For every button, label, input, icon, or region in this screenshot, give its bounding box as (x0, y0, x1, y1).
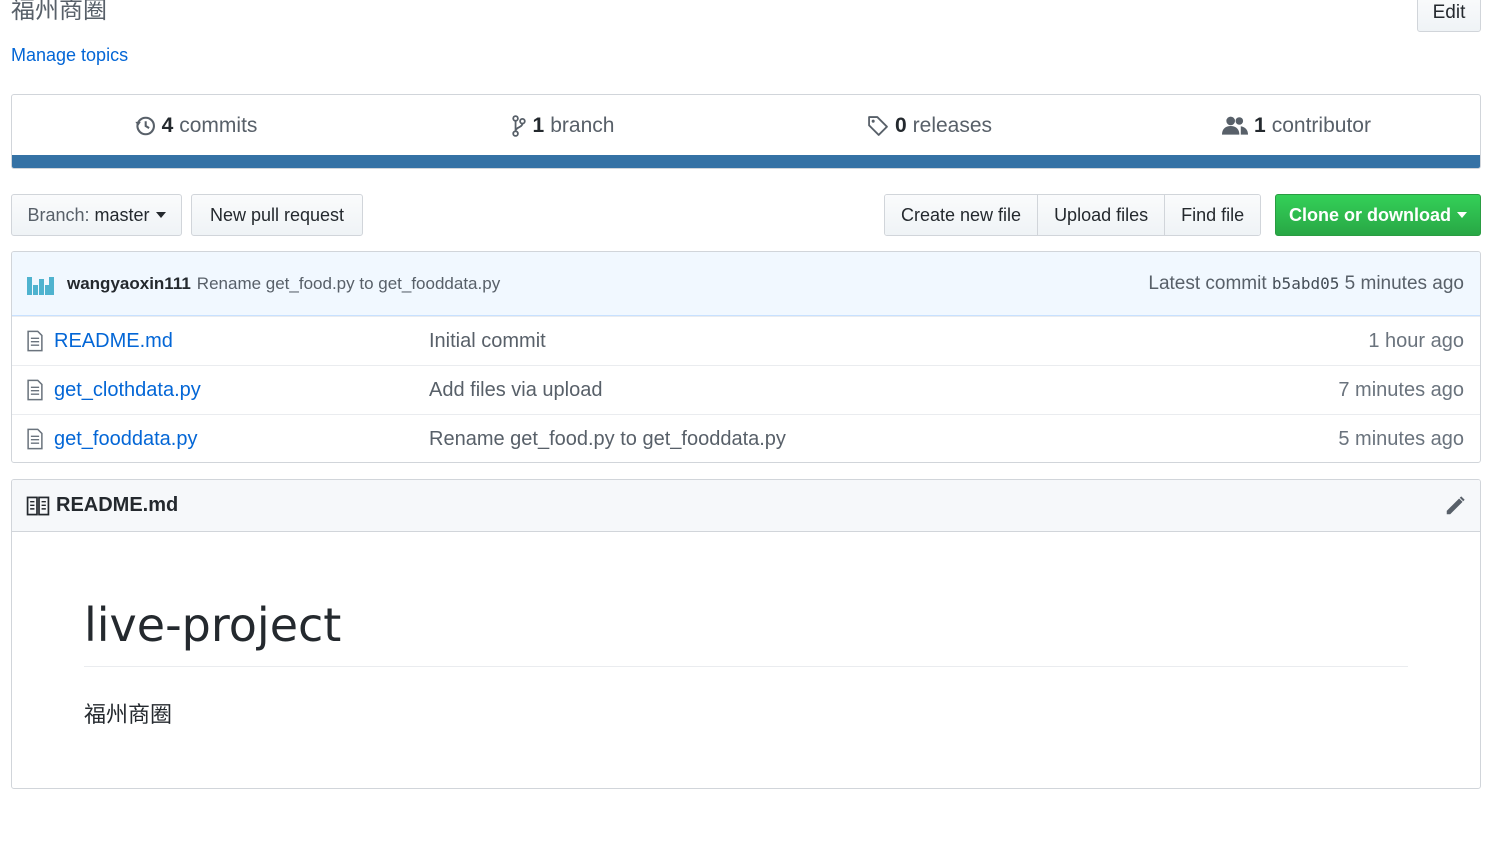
readme-header: README.md (12, 480, 1480, 532)
file-commit-message-link[interactable]: Initial commit (429, 330, 1368, 353)
table-row: get_clothdata.py Add files via upload 7 … (12, 365, 1480, 414)
file-commit-message-link[interactable]: Rename get_food.py to get_fooddata.py (429, 428, 1338, 451)
branches-count: 1 (532, 113, 545, 137)
upload-files-button[interactable]: Upload files (1038, 195, 1166, 235)
file-list: wangyaoxin111 Rename get_food.py to get_… (11, 251, 1481, 463)
new-pull-request-button[interactable]: New pull request (191, 194, 363, 236)
commit-age: 5 minutes ago (1344, 272, 1464, 294)
commit-message-link[interactable]: Rename get_food.py to get_fooddata.py (197, 274, 500, 294)
repo-summary: 4 commits 1 branch 0 releases 1 contribu… (11, 94, 1481, 169)
readme-panel: README.md live-project 福州商圈 (11, 479, 1481, 789)
file-actions-group: Create new file Upload files Find file (884, 194, 1262, 236)
readme-filename: README.md (56, 494, 179, 516)
file-age: 5 minutes ago (1338, 427, 1464, 450)
edit-description-button[interactable]: Edit (1417, 0, 1481, 32)
clone-or-download-button[interactable]: Clone or download (1275, 194, 1481, 236)
latest-commit-info: Latest commit b5abd05 5 minutes ago (1148, 273, 1464, 295)
table-row: README.md Initial commit 1 hour ago (12, 316, 1480, 365)
contributors-label: contributor (1271, 113, 1371, 137)
latest-commit-bar: wangyaoxin111 Rename get_food.py to get_… (12, 252, 1480, 316)
avatar[interactable] (27, 273, 54, 295)
contributors-count-link[interactable]: 1 contributor (1113, 95, 1480, 156)
contributors-count: 1 (1254, 113, 1266, 137)
file-commit-message-link[interactable]: Add files via upload (429, 379, 1338, 402)
pencil-icon[interactable] (1444, 495, 1466, 517)
book-icon (26, 496, 50, 516)
manage-topics-link[interactable]: Manage topics (11, 45, 128, 66)
readme-heading: live-project (84, 598, 1408, 667)
branch-icon (511, 114, 527, 137)
find-file-button[interactable]: Find file (1165, 195, 1261, 235)
file-icon (26, 330, 46, 352)
commits-count-link[interactable]: 4 commits (12, 95, 379, 156)
commit-sha-link[interactable]: b5abd05 (1272, 274, 1339, 293)
releases-count-link[interactable]: 0 releases (746, 95, 1113, 156)
branch-select-button[interactable]: Branch: master (11, 194, 182, 236)
file-name-link[interactable]: get_fooddata.py (54, 428, 429, 451)
file-age: 7 minutes ago (1338, 378, 1464, 401)
readme-paragraph: 福州商圈 (84, 703, 173, 728)
commit-author-link[interactable]: wangyaoxin111 (67, 274, 191, 294)
file-icon (26, 428, 46, 450)
file-icon (26, 379, 46, 401)
caret-down-icon (1457, 212, 1467, 218)
clone-label: Clone or download (1289, 204, 1451, 225)
caret-down-icon (155, 212, 166, 218)
readme-body: live-project 福州商圈 (12, 598, 1480, 729)
repo-description: 福州商圈 (11, 0, 107, 24)
file-age: 1 hour ago (1368, 329, 1464, 352)
file-name-link[interactable]: README.md (54, 330, 429, 353)
releases-label: releases (912, 113, 993, 137)
file-name-link[interactable]: get_clothdata.py (54, 379, 429, 402)
language-bar[interactable] (12, 155, 1480, 168)
history-icon (134, 115, 156, 137)
commits-label: commits (179, 113, 258, 137)
branches-label: branch (550, 113, 615, 137)
branch-name: master (94, 204, 150, 225)
create-new-file-button[interactable]: Create new file (885, 195, 1039, 235)
commits-count: 4 (161, 113, 174, 137)
branch-prefix: Branch: (27, 204, 90, 225)
table-row: get_fooddata.py Rename get_food.py to ge… (12, 414, 1480, 462)
latest-commit-prefix: Latest commit (1148, 272, 1267, 294)
people-icon (1222, 115, 1249, 137)
branches-count-link[interactable]: 1 branch (379, 95, 746, 156)
releases-count: 0 (894, 113, 907, 137)
tag-icon (867, 115, 889, 137)
